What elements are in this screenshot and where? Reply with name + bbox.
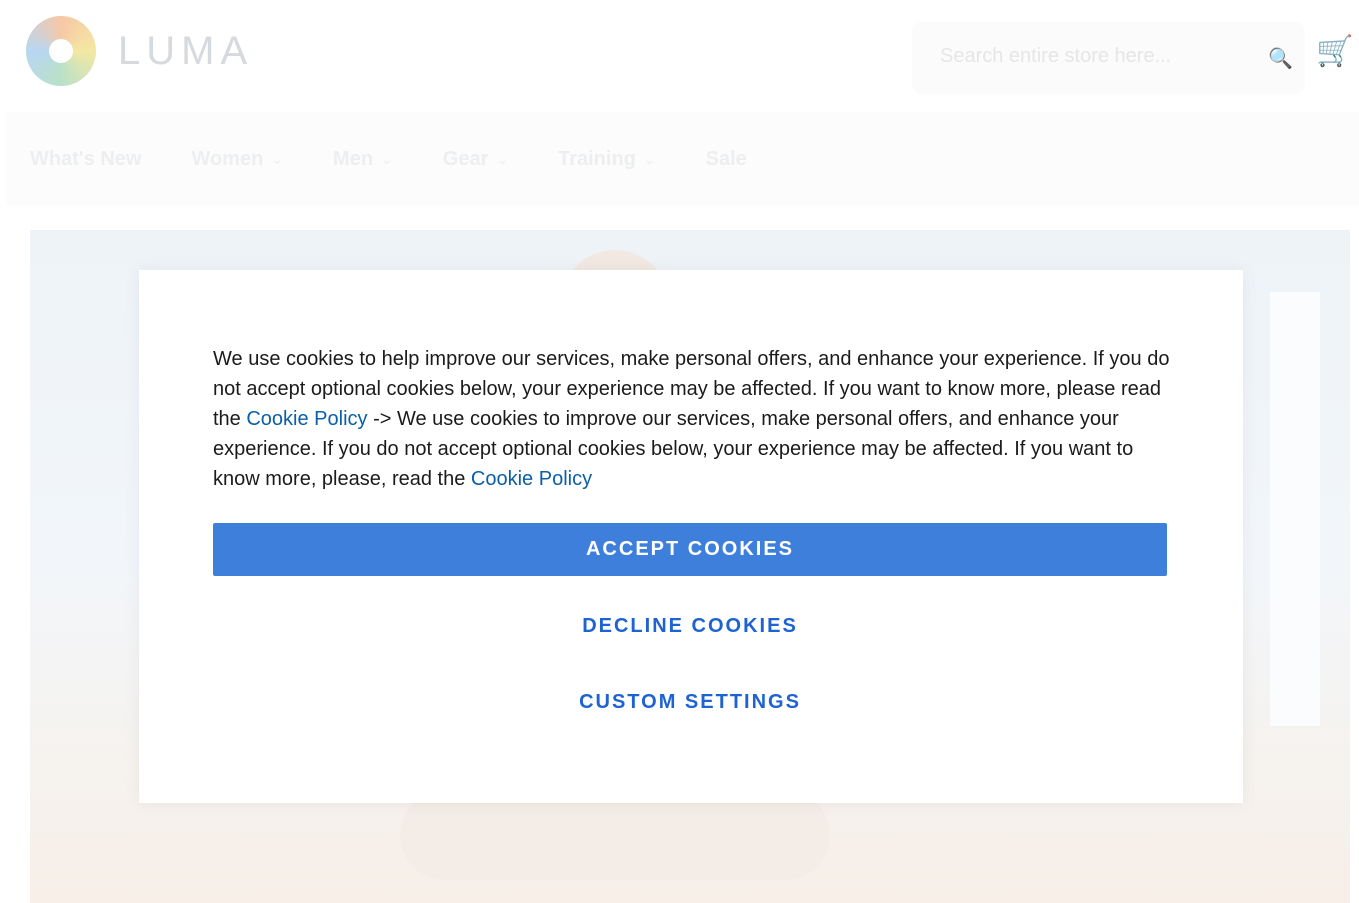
logo-mark-icon bbox=[26, 16, 96, 86]
nav-item-sale[interactable]: Sale bbox=[706, 148, 747, 171]
nav-item-whats-new[interactable]: What's New bbox=[30, 148, 141, 171]
search-box: 🔍 bbox=[912, 22, 1305, 94]
logo-text: LUMA bbox=[118, 28, 254, 73]
decline-cookies-button[interactable]: DECLINE COOKIES bbox=[213, 606, 1167, 646]
nav-item-label: Training bbox=[558, 147, 636, 170]
chevron-down-icon: ⌄ bbox=[381, 150, 393, 167]
nav-item-label: Women bbox=[191, 147, 264, 170]
nav-item-training[interactable]: Training ⌄ bbox=[558, 148, 656, 171]
nav-item-men[interactable]: Men ⌄ bbox=[333, 148, 393, 171]
nav-item-label: Gear bbox=[442, 147, 489, 170]
main-navigation: What's New Women ⌄ Men ⌄ Gear ⌄ Training… bbox=[6, 112, 1359, 206]
search-icon[interactable]: 🔍 bbox=[1268, 46, 1293, 71]
cookie-policy-link[interactable]: Cookie Policy bbox=[246, 408, 367, 430]
cart-icon[interactable]: 🛒 bbox=[1316, 34, 1353, 69]
nav-item-label: What's New bbox=[30, 147, 142, 170]
nav-item-label: Men bbox=[333, 147, 374, 170]
site-header: LUMA 🔍 🛒 bbox=[0, 0, 1359, 112]
cookie-consent-text: We use cookies to help improve our servi… bbox=[213, 344, 1173, 494]
logo[interactable]: LUMA bbox=[26, 16, 253, 86]
nav-item-label: Sale bbox=[705, 147, 747, 170]
accept-cookies-button[interactable]: ACCEPT COOKIES bbox=[213, 523, 1167, 576]
chevron-down-icon: ⌄ bbox=[643, 150, 656, 167]
custom-settings-button[interactable]: CUSTOM SETTINGS bbox=[213, 682, 1167, 722]
chevron-down-icon: ⌄ bbox=[271, 150, 284, 167]
hero-model-legs bbox=[400, 790, 830, 880]
cookie-consent-modal: We use cookies to help improve our servi… bbox=[139, 270, 1243, 803]
search-input[interactable] bbox=[938, 44, 1262, 69]
chevron-down-icon: ⌄ bbox=[496, 150, 509, 167]
nav-item-women[interactable]: Women ⌄ bbox=[191, 148, 283, 171]
cookie-policy-link-2[interactable]: Cookie Policy bbox=[471, 468, 592, 490]
hero-promo-card bbox=[1270, 292, 1320, 726]
nav-item-gear[interactable]: Gear ⌄ bbox=[443, 148, 508, 171]
